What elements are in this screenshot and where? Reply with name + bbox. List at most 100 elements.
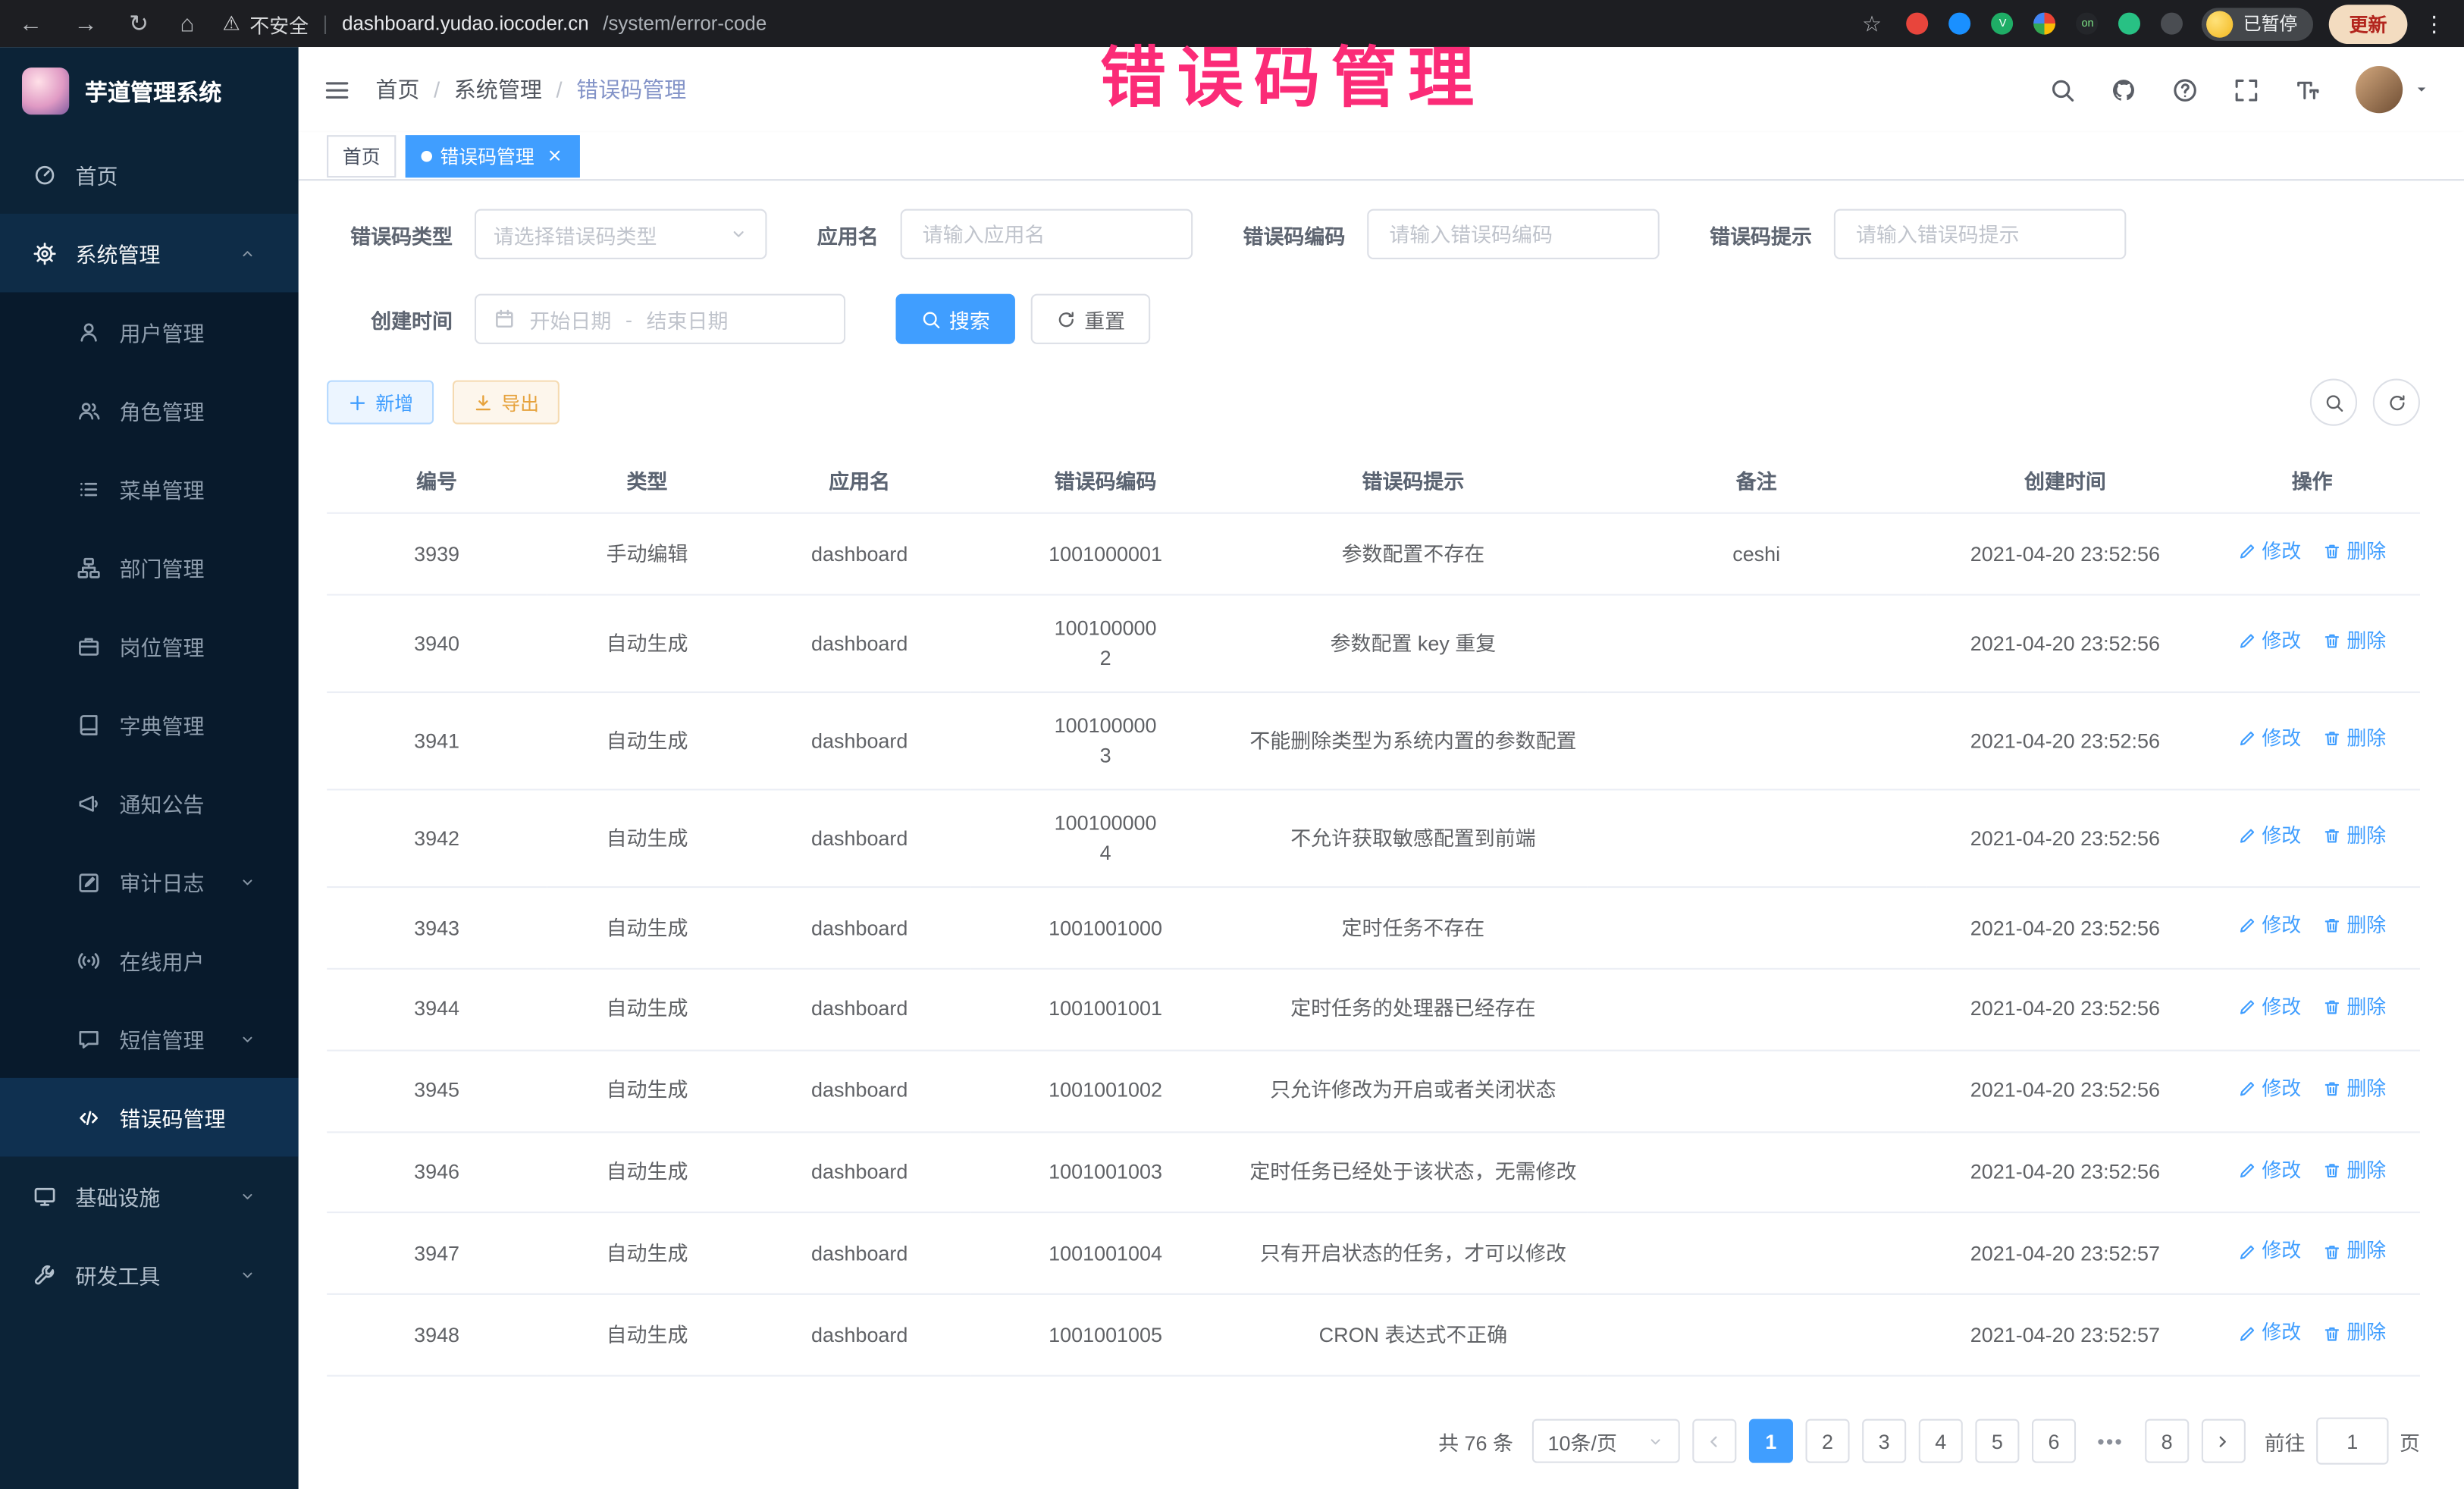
extension-dark-on-icon[interactable]: on — [2077, 13, 2099, 35]
search-icon[interactable] — [2049, 77, 2076, 103]
back-icon[interactable]: ← — [19, 12, 42, 36]
delete-link[interactable]: 删除 — [2323, 1074, 2386, 1104]
sidebar-logo-row[interactable]: 芋道管理系统 — [0, 47, 299, 135]
home-icon[interactable]: ⌂ — [180, 12, 194, 36]
edit-link[interactable]: 修改 — [2238, 1155, 2301, 1185]
tab-error-code[interactable]: 错误码管理 — [406, 134, 580, 177]
date-range-picker[interactable]: 开始日期 - 结束日期 — [475, 294, 845, 344]
sidebar-item-4[interactable]: 菜单管理 — [0, 450, 299, 528]
sidebar-item-11[interactable]: 短信管理 — [0, 999, 299, 1078]
page-button-4[interactable]: 4 — [1919, 1419, 1963, 1463]
delete-link[interactable]: 删除 — [2323, 911, 2386, 941]
breadcrumb-home[interactable]: 首页 — [375, 74, 419, 105]
sidebar-item-7[interactable]: 字典管理 — [0, 685, 299, 764]
sidebar-item-6[interactable]: 岗位管理 — [0, 607, 299, 685]
delete-link-label: 删除 — [2346, 1155, 2386, 1185]
extension-teal-icon[interactable] — [2119, 13, 2141, 35]
goto-page-input[interactable] — [2316, 1418, 2388, 1465]
sidebar-item-5[interactable]: 部门管理 — [0, 528, 299, 607]
forward-icon[interactable]: → — [74, 12, 97, 36]
sidebar-item-8[interactable]: 通知公告 — [0, 763, 299, 842]
reset-button[interactable]: 重置 — [1031, 294, 1151, 344]
error-msg-input[interactable] — [1853, 221, 2108, 247]
address-bar[interactable]: ⚠ 不安全 | dashboard.yudao.iocoder.cn/syste… — [223, 8, 1862, 38]
page-button-1[interactable]: 1 — [1749, 1419, 1793, 1463]
refresh-icon — [2386, 392, 2406, 412]
edit-link[interactable]: 修改 — [2238, 992, 2301, 1022]
page-content: 错误码类型 请选择错误码类型 应用名 — [299, 180, 2464, 1489]
edit-link[interactable]: 修改 — [2238, 911, 2301, 941]
sidebar-item-label: 研发工具 — [75, 1259, 160, 1290]
page-button-6[interactable]: 6 — [2032, 1419, 2076, 1463]
error-type-select[interactable]: 请选择错误码类型 — [475, 209, 767, 259]
app-name-input[interactable] — [920, 221, 1174, 247]
more-pages-button[interactable]: ••• — [2089, 1419, 2133, 1463]
sidebar-item-9[interactable]: 审计日志 — [0, 842, 299, 921]
table-header-row: 编号类型应用名错误码编码错误码提示备注创建时间操作 — [327, 448, 2420, 513]
hamburger-icon[interactable] — [324, 77, 350, 103]
sidebar-item-2[interactable]: 用户管理 — [0, 293, 299, 371]
github-icon[interactable] — [2111, 77, 2137, 103]
user-menu[interactable] — [2356, 66, 2429, 113]
prev-page-button[interactable] — [1692, 1419, 1736, 1463]
delete-link[interactable]: 删除 — [2323, 1155, 2386, 1185]
cell-type: 自动生成 — [547, 1294, 748, 1376]
reload-icon[interactable]: ↻ — [129, 12, 149, 36]
sidebar-item-14[interactable]: 研发工具 — [0, 1235, 299, 1314]
edit-link[interactable]: 修改 — [2238, 822, 2301, 851]
search-button[interactable]: 搜索 — [895, 294, 1015, 344]
extension-blue-icon[interactable] — [1949, 13, 1971, 35]
sidebar-item-0[interactable]: 首页 — [0, 135, 299, 214]
delete-link[interactable]: 删除 — [2323, 1319, 2386, 1349]
delete-link[interactable]: 删除 — [2323, 724, 2386, 754]
font-size-icon[interactable] — [2294, 77, 2321, 103]
error-code-input[interactable] — [1386, 221, 1641, 247]
delete-link[interactable]: 删除 — [2323, 992, 2386, 1022]
extension-grid-icon[interactable] — [2034, 13, 2056, 35]
edit-link[interactable]: 修改 — [2238, 1074, 2301, 1104]
browser-menu-icon[interactable]: ⋮ — [2423, 13, 2445, 35]
edit-link[interactable]: 修改 — [2238, 627, 2301, 657]
breadcrumb-system[interactable]: 系统管理 — [454, 74, 542, 105]
edit-link[interactable]: 修改 — [2238, 1319, 2301, 1349]
export-button[interactable]: 导出 — [453, 381, 560, 425]
refresh-table-button[interactable] — [2373, 379, 2420, 426]
infra-icon — [31, 1184, 58, 1208]
extension-tray: Von — [1907, 13, 2183, 35]
close-icon[interactable] — [545, 146, 564, 165]
sidebar-item-1[interactable]: 系统管理 — [0, 214, 299, 293]
extension-green-check-icon[interactable]: V — [1992, 13, 2014, 35]
sidebar-item-10[interactable]: 在线用户 — [0, 921, 299, 1000]
sidebar-item-12[interactable]: 错误码管理 — [0, 1078, 299, 1157]
page-button-8[interactable]: 8 — [2145, 1419, 2189, 1463]
cell-code: 1001000001 — [971, 513, 1239, 595]
delete-link[interactable]: 删除 — [2323, 627, 2386, 657]
page-button-3[interactable]: 3 — [1862, 1419, 1906, 1463]
next-page-button[interactable] — [2202, 1419, 2246, 1463]
breadcrumb-separator: / — [434, 77, 440, 102]
edit-link[interactable]: 修改 — [2238, 724, 2301, 754]
extension-pin-icon[interactable] — [2161, 13, 2183, 35]
bookmark-star-icon[interactable]: ☆ — [1862, 13, 1882, 35]
browser-update-button[interactable]: 更新 — [2329, 4, 2408, 43]
cell-time: 2021-04-20 23:52:56 — [1926, 887, 2204, 969]
security-indicator[interactable]: ⚠ 不安全 — [223, 8, 309, 38]
fullscreen-icon[interactable] — [2233, 77, 2259, 103]
page-button-5[interactable]: 5 — [1975, 1419, 2019, 1463]
delete-link[interactable]: 删除 — [2323, 822, 2386, 851]
tab-home[interactable]: 首页 — [327, 134, 396, 177]
extension-red-icon[interactable] — [1907, 13, 1929, 35]
toggle-search-button[interactable] — [2310, 379, 2357, 426]
filter-type: 错误码类型 请选择错误码类型 — [327, 209, 766, 259]
page-button-2[interactable]: 2 — [1805, 1419, 1849, 1463]
delete-link[interactable]: 删除 — [2323, 1237, 2386, 1267]
delete-link[interactable]: 删除 — [2323, 538, 2386, 567]
edit-link[interactable]: 修改 — [2238, 538, 2301, 567]
add-button[interactable]: 新增 — [327, 381, 434, 425]
question-icon[interactable] — [2171, 77, 2198, 103]
sidebar-item-13[interactable]: 基础设施 — [0, 1157, 299, 1236]
profile-paused-badge[interactable]: 已暂停 — [2202, 7, 2313, 40]
page-size-select[interactable]: 10条/页 — [1532, 1419, 1680, 1463]
sidebar-item-3[interactable]: 角色管理 — [0, 371, 299, 450]
edit-link[interactable]: 修改 — [2238, 1237, 2301, 1267]
